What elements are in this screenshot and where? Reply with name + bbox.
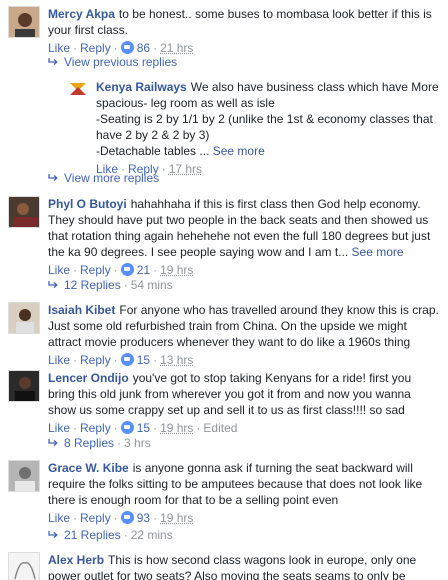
see-more-link[interactable]: See more: [352, 245, 404, 259]
avatar[interactable]: [8, 460, 40, 492]
like-reaction-icon[interactable]: [121, 421, 134, 434]
reaction-count[interactable]: 93: [137, 511, 150, 525]
reply-link[interactable]: Reply: [80, 353, 111, 367]
avatar[interactable]: [68, 79, 88, 99]
like-reaction-icon[interactable]: [121, 353, 134, 366]
avatar[interactable]: [8, 196, 40, 228]
reply-arrow-icon: [48, 174, 58, 182]
reply-link[interactable]: Reply: [80, 263, 111, 277]
reply-arrow-icon: [48, 58, 58, 66]
profile-photo-icon: [9, 461, 40, 492]
edited-label[interactable]: Edited: [203, 421, 237, 435]
like-link[interactable]: Like: [48, 263, 70, 277]
comment-author[interactable]: Lencer Ondijo: [48, 371, 129, 385]
avatar[interactable]: [8, 370, 40, 402]
like-link[interactable]: Like: [48, 41, 70, 55]
profile-photo-icon: [9, 7, 40, 38]
kenya-railways-logo-icon: [68, 79, 88, 99]
reply-text-line2: -Seating is 2 by 1/1 by 2 (unlike the 1s…: [96, 111, 440, 143]
like-reaction-icon[interactable]: [121, 263, 134, 276]
reply-link[interactable]: Reply: [80, 41, 111, 55]
reply-arrow-icon: [48, 281, 58, 289]
profile-photo-icon: [9, 371, 40, 402]
reply-text-line3: -Detachable tables ...: [96, 144, 209, 158]
comment-author[interactable]: Phyl O Butoyi: [48, 197, 127, 211]
comment-author[interactable]: Grace W. Kibe: [48, 461, 129, 475]
timestamp[interactable]: 19 hrs: [160, 263, 193, 277]
avatar[interactable]: [8, 6, 40, 38]
avatar[interactable]: [8, 552, 40, 580]
reaction-count[interactable]: 15: [137, 353, 150, 367]
avatar[interactable]: [8, 302, 40, 334]
timestamp[interactable]: 17 hrs: [169, 162, 202, 176]
timestamp[interactable]: 21 hrs: [160, 41, 193, 55]
like-link[interactable]: Like: [48, 511, 70, 525]
reply-link[interactable]: Reply: [80, 511, 111, 525]
like-link[interactable]: Like: [48, 421, 70, 435]
reply-author[interactable]: Kenya Railways: [96, 80, 187, 94]
profile-photo-icon: [9, 303, 40, 334]
like-reaction-icon[interactable]: [121, 41, 134, 54]
like-reaction-icon[interactable]: [121, 511, 134, 524]
reply-link[interactable]: Reply: [80, 421, 111, 435]
comment-author[interactable]: Isaiah Kibet: [48, 303, 115, 317]
comment-author[interactable]: Mercy Akpa: [48, 7, 115, 21]
reply-arrow-icon: [48, 439, 58, 447]
reaction-count[interactable]: 21: [137, 263, 150, 277]
timestamp[interactable]: 19 hrs: [160, 511, 193, 525]
reaction-count[interactable]: 15: [137, 421, 150, 435]
reply-arrow-icon: [48, 531, 58, 539]
timestamp[interactable]: 13 hrs: [160, 353, 193, 367]
replies-link[interactable]: 21 Replies · 22 mins: [48, 527, 173, 543]
timestamp[interactable]: 19 hrs: [160, 421, 193, 435]
comment-author[interactable]: Alex Herb: [48, 553, 104, 567]
like-link[interactable]: Like: [48, 353, 70, 367]
view-previous-replies[interactable]: View previous replies: [48, 54, 177, 70]
profile-photo-icon: [9, 553, 40, 580]
replies-link[interactable]: 8 Replies · 3 hrs: [48, 435, 151, 451]
see-more-link[interactable]: See more: [213, 144, 265, 158]
profile-photo-icon: [9, 197, 40, 228]
replies-link[interactable]: 12 Replies · 54 mins: [48, 277, 173, 293]
reaction-count[interactable]: 86: [137, 41, 150, 55]
view-more-replies[interactable]: View more replies: [48, 170, 159, 186]
